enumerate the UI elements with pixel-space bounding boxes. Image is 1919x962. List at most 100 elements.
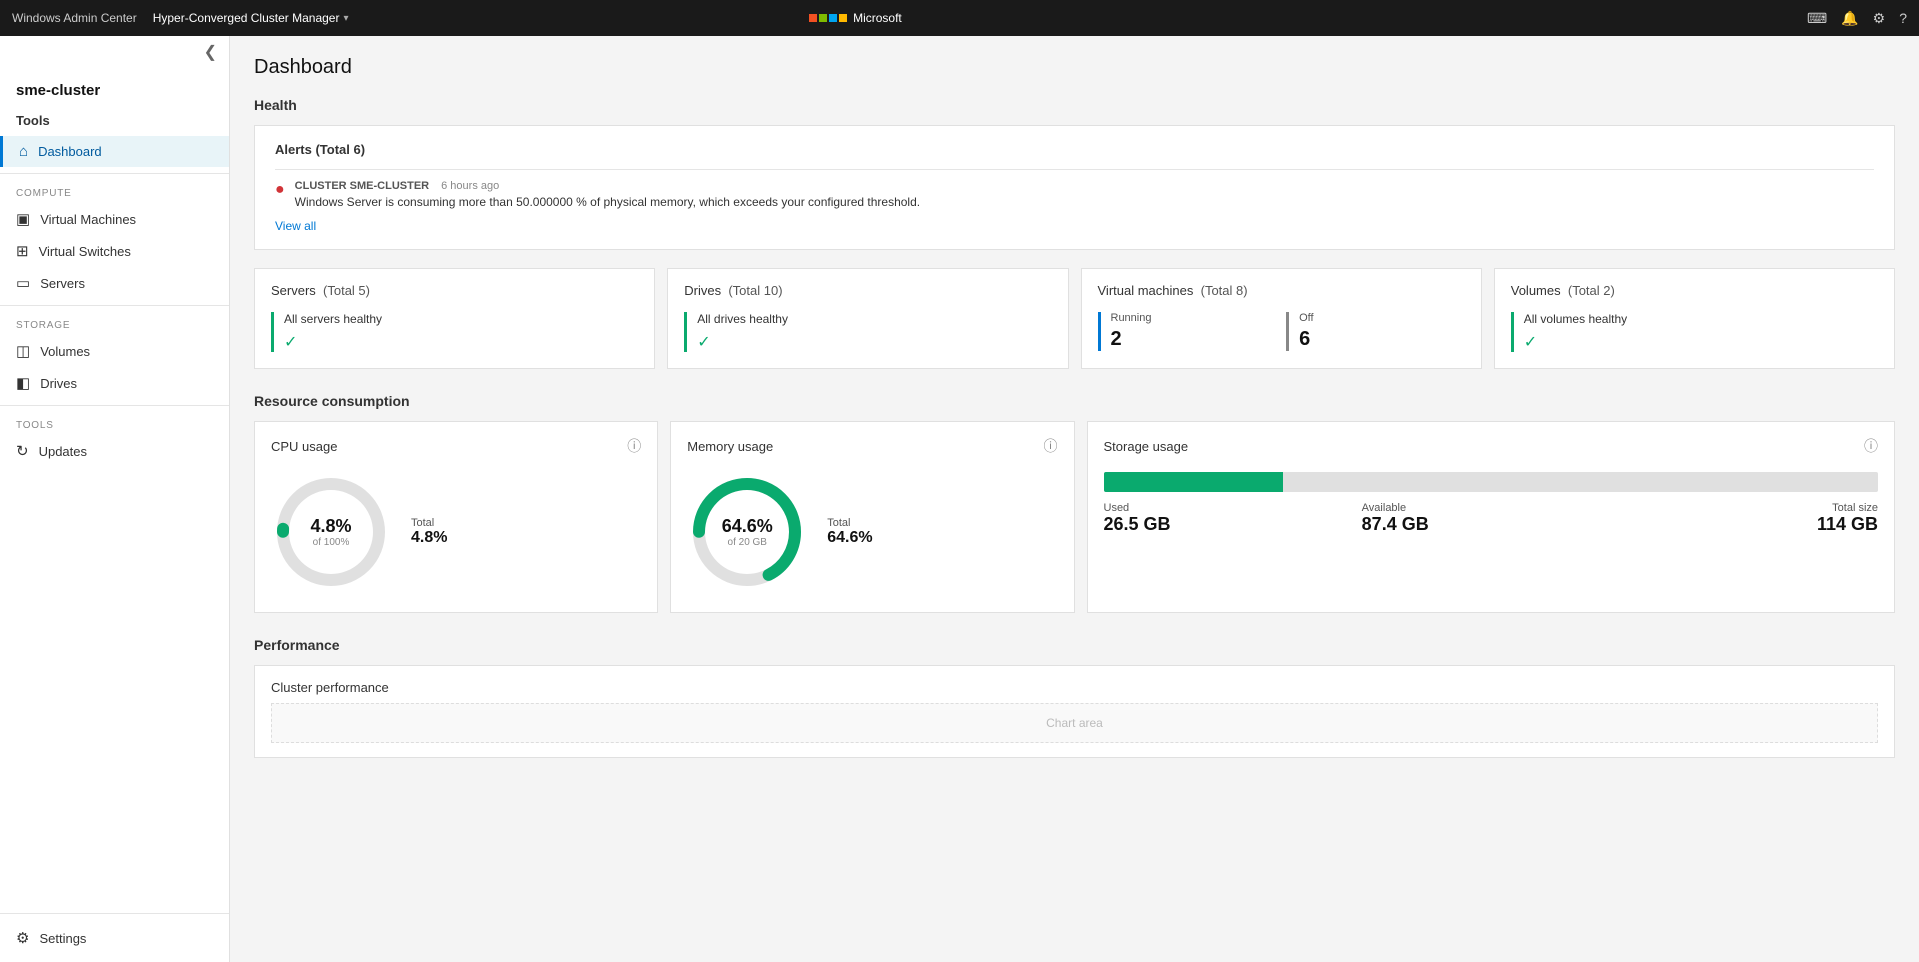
chevron-down-icon[interactable]: ▾ (343, 13, 348, 24)
home-icon: ⌂ (19, 143, 28, 160)
cpu-center: 4.8% of 100% (310, 516, 351, 548)
vm-off-label: Off (1299, 312, 1465, 324)
resource-section: Resource consumption CPU usage ⓘ (254, 393, 1895, 613)
memory-pct: 64.6% (722, 516, 773, 537)
drives-card: Drives (Total 10) All drives healthy ✓ (667, 268, 1068, 369)
alert-time: 6 hours ago (441, 180, 499, 192)
health-grid: Servers (Total 5) All servers healthy ✓ … (254, 268, 1895, 369)
resource-section-title: Resource consumption (254, 393, 1895, 409)
servers-card-title: Servers (Total 5) (271, 283, 638, 298)
sidebar-item-dashboard[interactable]: ⌂ Dashboard (0, 136, 229, 167)
storage-total-value: 114 GB (1620, 514, 1878, 535)
memory-card: Memory usage ⓘ 64.6% of 20 GB (670, 421, 1074, 613)
cpu-donut: 4.8% of 100% (271, 472, 391, 592)
ms-label: Microsoft (853, 11, 902, 25)
performance-section-title: Performance (254, 637, 1895, 653)
cpu-title: CPU usage (271, 439, 337, 454)
memory-center: 64.6% of 20 GB (722, 516, 773, 548)
volume-icon: ◫ (16, 342, 30, 360)
perf-card: Cluster performance Chart area (254, 665, 1895, 758)
storage-available-label: Available (1362, 502, 1620, 514)
storage-bar-wrapper (1104, 472, 1879, 492)
storage-used-label: Used (1104, 502, 1362, 514)
alert-content: CLUSTER SME-CLUSTER 6 hours ago Windows … (295, 180, 920, 209)
volumes-check-icon: ✓ (1524, 334, 1537, 351)
cpu-sub: of 100% (310, 537, 351, 548)
sidebar: ❮ sme-cluster Tools ⌂ Dashboard COMPUTE … (0, 36, 230, 962)
cluster-name: sme-cluster (0, 68, 229, 109)
collapse-icon[interactable]: ❮ (204, 42, 217, 62)
drives-status-text: All drives healthy (697, 312, 1051, 326)
sidebar-item-label: Volumes (40, 344, 90, 359)
ms-brand: Microsoft (809, 11, 902, 25)
vm-running-stat: Running 2 (1098, 312, 1277, 351)
drives-status: All drives healthy ✓ (684, 312, 1051, 352)
drives-check-icon: ✓ (697, 334, 710, 351)
cpu-info-icon[interactable]: ⓘ (627, 436, 641, 456)
servers-check-icon: ✓ (284, 334, 297, 351)
cpu-card: CPU usage ⓘ 4.8% of 100% (254, 421, 658, 613)
memory-sub: of 20 GB (722, 537, 773, 548)
storage-info-icon[interactable]: ⓘ (1864, 436, 1878, 456)
perf-chart-placeholder: Chart area (271, 703, 1878, 743)
cpu-total-value: 4.8% (411, 529, 447, 547)
vm-off-value: 6 (1299, 328, 1465, 351)
memory-info-icon[interactable]: ⓘ (1044, 436, 1058, 456)
storage-used-value: 26.5 GB (1104, 514, 1362, 535)
vm-card: Virtual machines (Total 8) Running 2 Off… (1081, 268, 1482, 369)
sidebar-item-virtual-switches[interactable]: ⊞ Virtual Switches (0, 235, 229, 267)
terminal-icon[interactable]: ⌨ (1807, 10, 1827, 27)
volumes-card-title: Volumes (Total 2) (1511, 283, 1878, 298)
storage-total-label: Total size (1620, 502, 1878, 514)
main-layout: ❮ sme-cluster Tools ⌂ Dashboard COMPUTE … (0, 36, 1919, 962)
storage-card-header: Storage usage ⓘ (1104, 436, 1879, 456)
updates-icon: ↻ (16, 442, 29, 460)
sidebar-item-updates[interactable]: ↻ Updates (0, 435, 229, 467)
ms-logo (809, 14, 847, 22)
storage-used: Used 26.5 GB (1104, 502, 1362, 535)
sidebar-item-label: Drives (40, 376, 77, 391)
servers-status: All servers healthy ✓ (271, 312, 638, 352)
sidebar-item-label: Virtual Switches (39, 244, 131, 259)
sidebar-item-servers[interactable]: ▭ Servers (0, 267, 229, 299)
view-all-link[interactable]: View all (275, 219, 316, 233)
sidebar-collapse-btn[interactable]: ❮ (0, 36, 229, 68)
storage-bar (1104, 472, 1879, 492)
sidebar-item-volumes[interactable]: ◫ Volumes (0, 335, 229, 367)
volumes-status: All volumes healthy ✓ (1511, 312, 1878, 352)
volumes-status-text: All volumes healthy (1524, 312, 1878, 326)
storage-total: Total size 114 GB (1620, 502, 1878, 535)
topbar-icons: ⌨ 🔔 ⚙ ? (1807, 10, 1907, 27)
memory-donut-container: 64.6% of 20 GB Total 64.6% (687, 472, 1057, 592)
sidebar-item-settings[interactable]: ⚙ Settings (0, 922, 229, 954)
vm-running-label: Running (1111, 312, 1277, 324)
alert-message: Windows Server is consuming more than 50… (295, 195, 920, 209)
memory-donut: 64.6% of 20 GB (687, 472, 807, 592)
cpu-pct: 4.8% (310, 516, 351, 537)
sidebar-item-drives[interactable]: ◧ Drives (0, 367, 229, 399)
volumes-card: Volumes (Total 2) All volumes healthy ✓ (1494, 268, 1895, 369)
memory-title: Memory usage (687, 439, 773, 454)
sidebar-item-label: Settings (39, 931, 86, 946)
gear-icon[interactable]: ⚙ (1873, 10, 1886, 27)
bell-icon[interactable]: 🔔 (1841, 10, 1858, 27)
sidebar-item-virtual-machines[interactable]: ▣ Virtual Machines (0, 203, 229, 235)
storage-stats: Used 26.5 GB Available 87.4 GB Total siz… (1104, 502, 1879, 535)
servers-card: Servers (Total 5) All servers healthy ✓ (254, 268, 655, 369)
storage-bar-fill (1104, 472, 1284, 492)
sidebar-item-label: Dashboard (38, 144, 102, 159)
memory-card-header: Memory usage ⓘ (687, 436, 1057, 456)
perf-title: Cluster performance (271, 680, 1878, 695)
help-icon[interactable]: ? (1899, 10, 1907, 26)
sidebar-section-compute: COMPUTE (0, 180, 229, 203)
app-name: Windows Admin Center (12, 11, 137, 25)
storage-available: Available 87.4 GB (1362, 502, 1620, 535)
sidebar-bottom: ⚙ Settings (0, 913, 229, 962)
servers-status-text: All servers healthy (284, 312, 638, 326)
alert-source-row: CLUSTER SME-CLUSTER 6 hours ago (295, 180, 920, 192)
sidebar-item-label: Virtual Machines (40, 212, 136, 227)
switch-icon: ⊞ (16, 242, 29, 260)
resource-grid: CPU usage ⓘ 4.8% of 100% (254, 421, 1895, 613)
alert-row: ● CLUSTER SME-CLUSTER 6 hours ago Window… (275, 180, 1874, 209)
sidebar-section-storage: STORAGE (0, 312, 229, 335)
